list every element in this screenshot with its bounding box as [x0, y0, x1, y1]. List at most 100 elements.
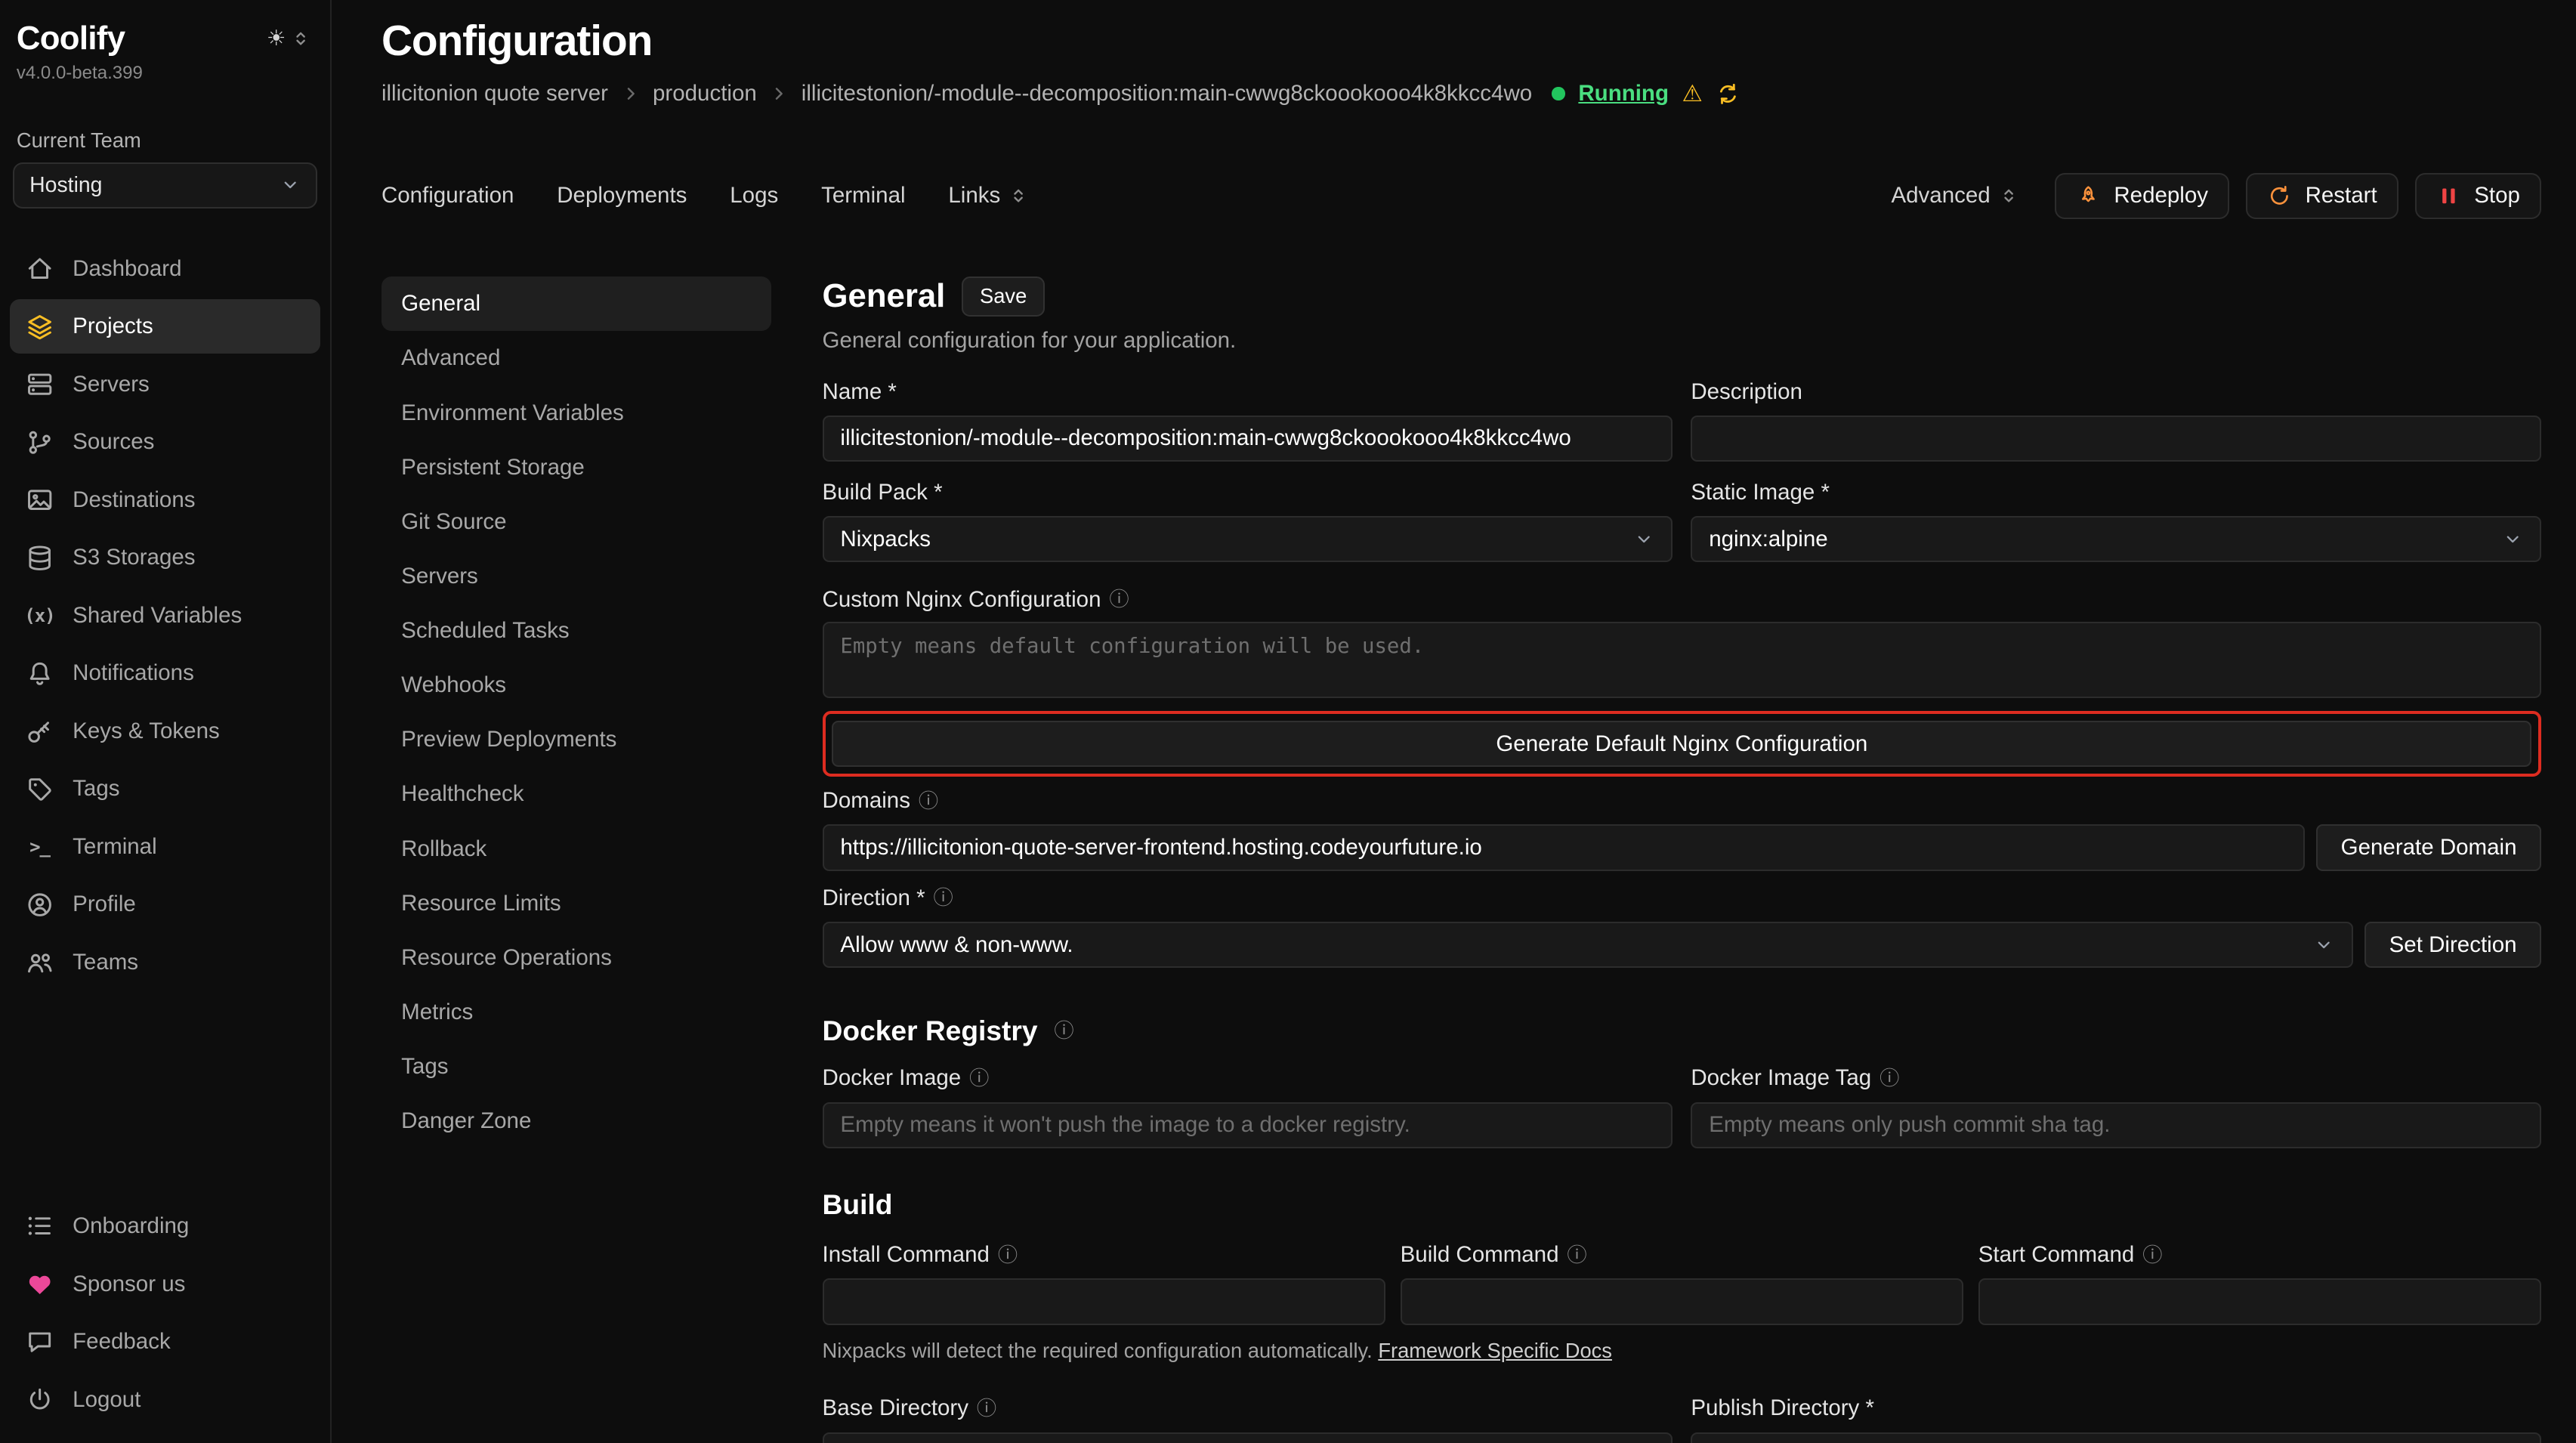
- info-icon[interactable]: ⓘ: [1109, 589, 1129, 609]
- static-image-select[interactable]: nginx:alpine: [1691, 516, 2541, 562]
- sidebar-item-onboarding[interactable]: Onboarding: [10, 1199, 320, 1253]
- sidebar-item-logout[interactable]: Logout: [10, 1373, 320, 1427]
- generate-domain-button[interactable]: Generate Domain: [2316, 824, 2541, 870]
- home-icon: [25, 254, 54, 283]
- static-image-value: nginx:alpine: [1709, 527, 1827, 552]
- tab-links[interactable]: Links: [948, 183, 1028, 209]
- set-direction-button[interactable]: Set Direction: [2364, 922, 2541, 968]
- sidebar-item-tags[interactable]: Tags: [10, 762, 320, 816]
- sidebar-item-sponsor[interactable]: Sponsor us: [10, 1257, 320, 1312]
- subnav-item-persistent-storage[interactable]: Persistent Storage: [381, 440, 771, 495]
- tab-terminal[interactable]: Terminal: [821, 183, 905, 209]
- build-pack-select[interactable]: Nixpacks: [823, 516, 1673, 562]
- install-command-field: Install Command ⓘ: [823, 1241, 1385, 1324]
- stop-button[interactable]: Stop: [2415, 173, 2541, 219]
- install-command-input[interactable]: [823, 1278, 1385, 1324]
- subnav-item-git-source[interactable]: Git Source: [381, 495, 771, 549]
- warning-icon[interactable]: ⚠: [1682, 82, 1702, 106]
- name-label: Name *: [823, 378, 897, 406]
- sidebar-item-keys-tokens[interactable]: Keys & Tokens: [10, 704, 320, 759]
- docker-image-tag-input[interactable]: [1691, 1102, 2541, 1148]
- description-input[interactable]: [1691, 416, 2541, 462]
- database-icon: [25, 543, 54, 573]
- docker-image-input[interactable]: [823, 1102, 1673, 1148]
- direction-select[interactable]: Allow www & non-www.: [823, 922, 2353, 968]
- restart-button[interactable]: Restart: [2246, 173, 2398, 219]
- layers-icon: [25, 312, 54, 341]
- subnav-item-tags[interactable]: Tags: [381, 1040, 771, 1094]
- chevron-right-icon: [622, 85, 640, 103]
- subnav-item-resource-operations[interactable]: Resource Operations: [381, 931, 771, 985]
- chevron-down-icon: [2313, 935, 2334, 956]
- base-directory-input[interactable]: [823, 1432, 1673, 1443]
- subnav-item-metrics[interactable]: Metrics: [381, 985, 771, 1040]
- subnav-item-rollback[interactable]: Rollback: [381, 821, 771, 876]
- tab-configuration[interactable]: Configuration: [381, 183, 514, 209]
- subnav-item-resource-limits[interactable]: Resource Limits: [381, 876, 771, 931]
- tab-deployments[interactable]: Deployments: [557, 183, 687, 209]
- info-icon[interactable]: ⓘ: [919, 791, 938, 811]
- subnav-item-preview-deployments[interactable]: Preview Deployments: [381, 712, 771, 767]
- sidebar-item-shared-variables[interactable]: (x) Shared Variables: [10, 589, 320, 643]
- framework-docs-link[interactable]: Framework Specific Docs: [1378, 1339, 1612, 1362]
- sidebar-item-destinations[interactable]: Destinations: [10, 473, 320, 527]
- info-icon[interactable]: ⓘ: [2142, 1245, 2162, 1265]
- domains-input[interactable]: [823, 824, 2305, 870]
- docker-image-tag-label: Docker Image Tag: [1691, 1064, 1871, 1092]
- info-icon[interactable]: ⓘ: [998, 1245, 1018, 1265]
- sidebar-item-s3-storages[interactable]: S3 Storages: [10, 530, 320, 585]
- advanced-dropdown[interactable]: Advanced: [1891, 183, 2018, 209]
- subnav-item-danger-zone[interactable]: Danger Zone: [381, 1094, 771, 1148]
- toolbar-actions: Advanced Redeploy Restart Stop: [1891, 173, 2541, 219]
- base-directory-label: Base Directory: [823, 1394, 968, 1422]
- nginx-config-field: Custom Nginx Configuration ⓘ: [823, 586, 2542, 705]
- sidebar-item-notifications[interactable]: Notifications: [10, 646, 320, 700]
- page-title: Configuration: [381, 17, 2541, 66]
- sidebar-item-profile[interactable]: Profile: [10, 877, 320, 932]
- breadcrumb-environment[interactable]: production: [653, 81, 757, 107]
- save-button[interactable]: Save: [962, 277, 1045, 316]
- tab-logs[interactable]: Logs: [730, 183, 778, 209]
- sidebar-item-teams[interactable]: Teams: [10, 935, 320, 990]
- nginx-config-textarea[interactable]: [823, 622, 2542, 698]
- sidebar-item-projects[interactable]: Projects: [10, 299, 320, 354]
- status-running-link[interactable]: Running: [1578, 81, 1669, 107]
- redeploy-button[interactable]: Redeploy: [2055, 173, 2229, 219]
- subnav-item-healthcheck[interactable]: Healthcheck: [381, 767, 771, 821]
- sidebar-item-label: Profile: [73, 891, 136, 917]
- info-icon[interactable]: ⓘ: [977, 1398, 996, 1418]
- info-icon[interactable]: ⓘ: [969, 1068, 989, 1088]
- sidebar-item-servers[interactable]: Servers: [10, 357, 320, 412]
- nixpacks-note: Nixpacks will detect the required config…: [823, 1338, 2542, 1364]
- breadcrumb-project[interactable]: illicitonion quote server: [381, 81, 608, 107]
- info-icon[interactable]: ⓘ: [1054, 1021, 1073, 1040]
- sidebar-item-terminal[interactable]: >_ Terminal: [10, 820, 320, 874]
- generate-nginx-config-button[interactable]: Generate Default Nginx Configuration: [832, 721, 2531, 767]
- subnav-item-general[interactable]: General: [381, 277, 771, 331]
- sidebar-item-feedback[interactable]: Feedback: [10, 1315, 320, 1369]
- subnav-item-servers[interactable]: Servers: [381, 549, 771, 604]
- subnav-item-environment-variables[interactable]: Environment Variables: [381, 385, 771, 440]
- team-select[interactable]: Hosting: [13, 162, 317, 209]
- general-panel: General Save General configuration for y…: [823, 277, 2542, 1443]
- info-icon[interactable]: ⓘ: [934, 888, 953, 907]
- publish-directory-input[interactable]: [1691, 1432, 2541, 1443]
- sidebar-item-sources[interactable]: Sources: [10, 415, 320, 469]
- domains-label: Domains: [823, 786, 910, 814]
- restart-icon: [2267, 184, 2292, 209]
- start-command-input[interactable]: [1978, 1278, 2541, 1324]
- info-icon[interactable]: ⓘ: [1567, 1245, 1586, 1265]
- chevron-updown-icon: [1008, 186, 1028, 205]
- subnav-item-webhooks[interactable]: Webhooks: [381, 658, 771, 712]
- theme-switcher[interactable]: ☀: [267, 28, 310, 49]
- rocket-icon: [2076, 184, 2101, 209]
- name-input[interactable]: [823, 416, 1673, 462]
- chevron-updown-icon: [1999, 186, 2018, 205]
- subnav-item-scheduled-tasks[interactable]: Scheduled Tasks: [381, 604, 771, 658]
- build-command-input[interactable]: [1401, 1278, 1963, 1324]
- info-icon[interactable]: ⓘ: [1879, 1068, 1899, 1088]
- refresh-icon[interactable]: [1716, 82, 1740, 107]
- subnav-item-advanced[interactable]: Advanced: [381, 331, 771, 385]
- sidebar-item-label: S3 Storages: [73, 545, 195, 570]
- sidebar-item-dashboard[interactable]: Dashboard: [10, 242, 320, 296]
